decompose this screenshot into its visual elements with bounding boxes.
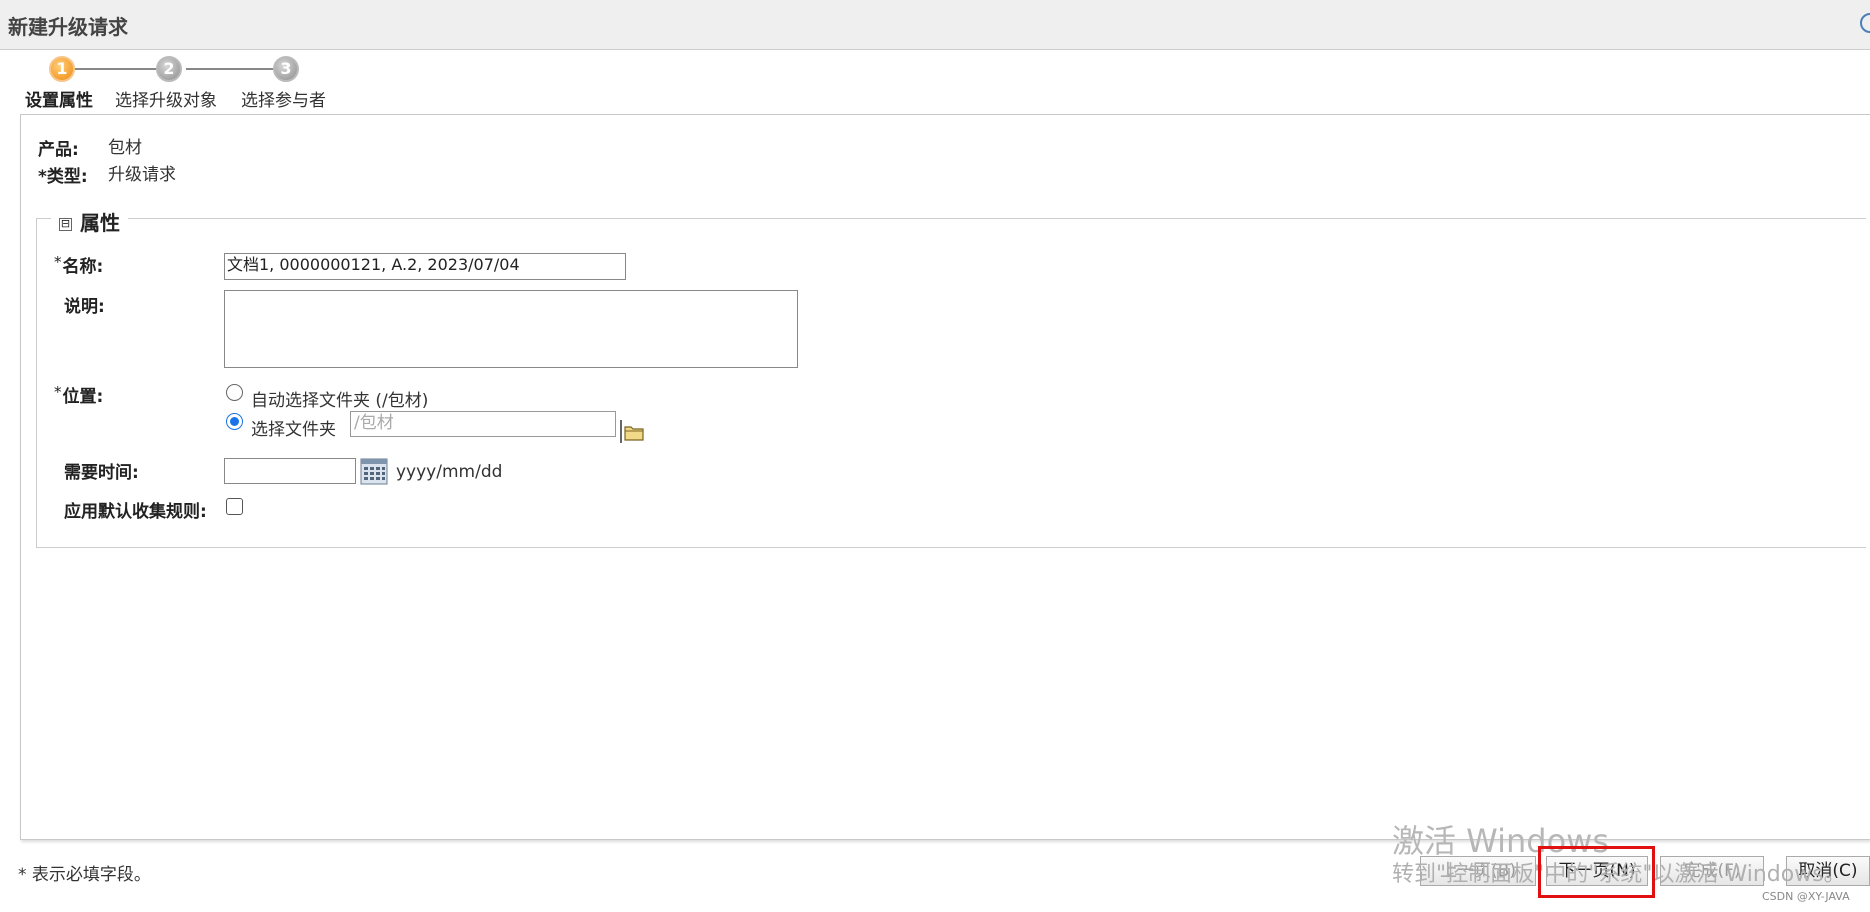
- default-rules-label: 应用默认收集规则:: [64, 502, 207, 522]
- location-label: *位置:: [54, 382, 103, 407]
- name-label-text: 名称:: [62, 257, 104, 277]
- folder-browse-icon[interactable]: [620, 418, 646, 444]
- location-label-text: 位置:: [62, 387, 104, 407]
- select-folder-radio[interactable]: [226, 413, 243, 430]
- required-fields-note: * 表示必填字段。: [18, 865, 151, 885]
- calendar-icon[interactable]: [360, 458, 388, 485]
- step-1-circle[interactable]: 1: [49, 56, 75, 82]
- attributes-legend-text: 属性: [80, 211, 120, 235]
- wizard-steps: 1 2 3 设置属性 选择升级对象 选择参与者: [0, 50, 400, 111]
- next-button-highlight: [1538, 846, 1655, 898]
- required-marker: *: [54, 383, 62, 401]
- step-1-label[interactable]: 设置属性: [25, 86, 93, 111]
- need-date-label: 需要时间:: [64, 463, 139, 483]
- description-textarea[interactable]: [224, 290, 798, 368]
- type-value: 升级请求: [108, 165, 176, 185]
- step-2-label[interactable]: 选择升级对象: [115, 86, 217, 111]
- step-3-circle[interactable]: 3: [273, 56, 299, 82]
- step-3-label[interactable]: 选择参与者: [241, 86, 326, 111]
- dialog-title: 新建升级请求: [8, 15, 128, 39]
- required-marker: *: [38, 167, 47, 187]
- step-2-circle[interactable]: 2: [156, 56, 182, 82]
- required-marker: *: [54, 253, 62, 271]
- auto-folder-label[interactable]: 自动选择文件夹 (/包材): [251, 386, 428, 411]
- date-format-hint: yyyy/mm/dd: [396, 462, 503, 482]
- default-rules-checkbox[interactable]: [226, 498, 243, 515]
- dialog: 新建升级请求 1 2 3 设置属性 选择升级对象 选择参与者 产品: 包材 *类…: [0, 0, 1870, 912]
- name-input[interactable]: 文档1, 0000000121, A.2, 2023/07/04: [224, 253, 626, 280]
- description-label: 说明:: [64, 297, 105, 317]
- step-connector: [62, 68, 160, 70]
- step-connector: [186, 68, 282, 70]
- auto-folder-radio[interactable]: [226, 384, 243, 401]
- attributes-legend[interactable]: ⊟ 属性: [51, 207, 128, 236]
- select-folder-label[interactable]: 选择文件夹: [251, 415, 336, 440]
- type-label: *类型:: [38, 162, 88, 187]
- folder-path-input[interactable]: /包材: [350, 411, 616, 437]
- credit-text: CSDN @XY-JAVA: [1762, 890, 1850, 903]
- type-label-text: 类型:: [46, 167, 88, 187]
- name-label: *名称:: [54, 252, 103, 277]
- need-date-input[interactable]: [224, 458, 356, 484]
- title-bar: 新建升级请求: [0, 0, 1870, 50]
- collapse-icon[interactable]: ⊟: [59, 218, 72, 231]
- product-label: 产品:: [38, 140, 79, 160]
- help-icon[interactable]: [1860, 13, 1870, 33]
- product-value: 包材: [108, 138, 142, 158]
